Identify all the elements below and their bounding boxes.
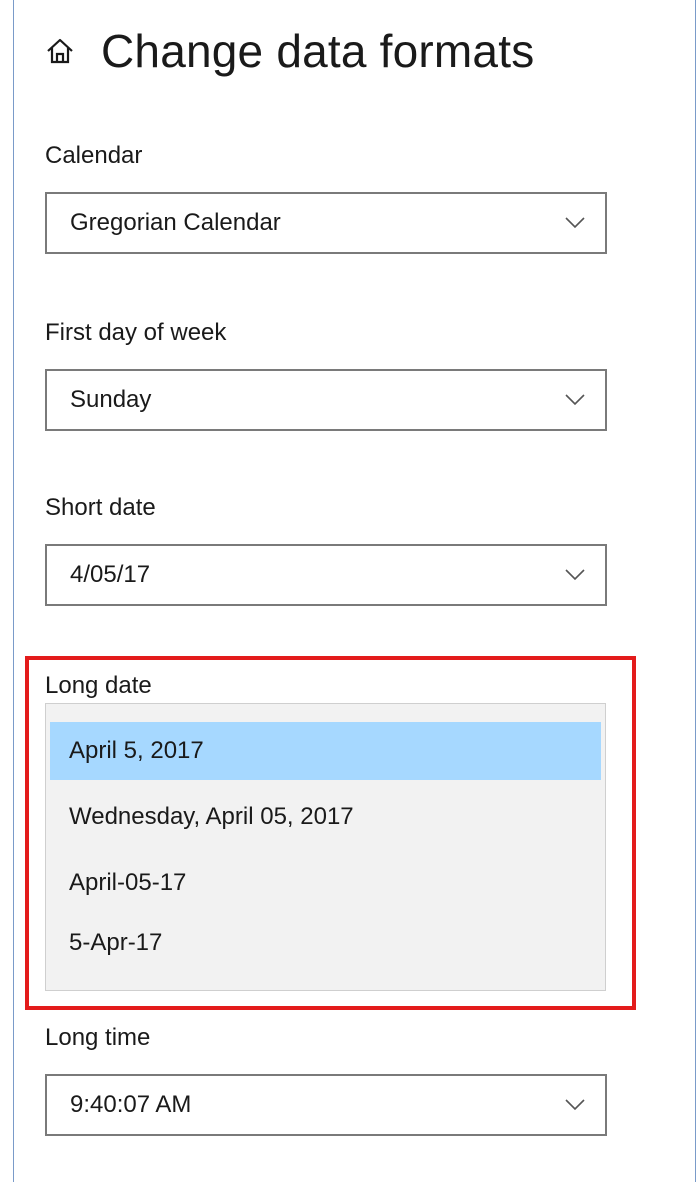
long-date-option[interactable]: 5-Apr-17 (50, 914, 601, 972)
long-time-value: 9:40:07 AM (70, 1091, 192, 1118)
page-header: Change data formats (45, 16, 534, 86)
long-date-option[interactable]: Wednesday, April 05, 2017 (50, 788, 601, 846)
long-time-select[interactable]: 9:40:07 AM (45, 1074, 607, 1136)
short-date-select[interactable]: 4/05/17 (45, 544, 607, 606)
short-date-label: Short date (45, 494, 156, 521)
short-date-value: 4/05/17 (70, 561, 151, 588)
chevron-down-icon (565, 1099, 585, 1111)
first-day-label: First day of week (45, 319, 227, 346)
first-day-select[interactable]: Sunday (45, 369, 607, 431)
home-icon[interactable] (45, 36, 75, 66)
first-day-value: Sunday (70, 386, 152, 413)
long-date-label: Long date (45, 672, 152, 699)
chevron-down-icon (565, 569, 585, 581)
calendar-select[interactable]: Gregorian Calendar (45, 192, 607, 254)
long-date-dropdown[interactable]: April 5, 2017 Wednesday, April 05, 2017 … (45, 703, 606, 991)
calendar-label: Calendar (45, 142, 143, 169)
page-title: Change data formats (101, 25, 535, 77)
chevron-down-icon (565, 217, 585, 229)
long-date-option-selected[interactable]: April 5, 2017 (50, 722, 601, 780)
long-date-option[interactable]: April-05-17 (50, 854, 601, 912)
long-time-label: Long time (45, 1024, 151, 1051)
calendar-value: Gregorian Calendar (70, 209, 281, 236)
chevron-down-icon (565, 394, 585, 406)
